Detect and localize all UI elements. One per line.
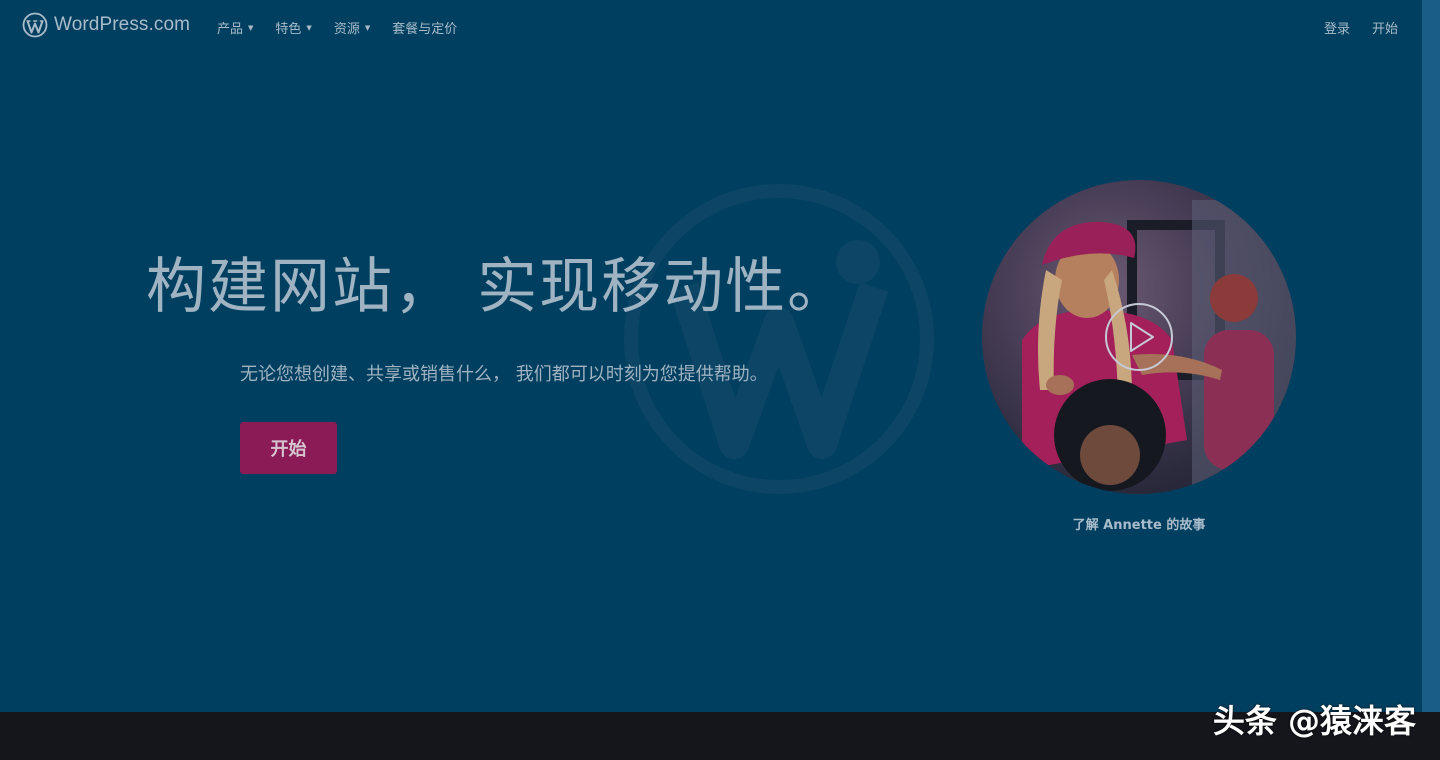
video-thumbnail[interactable] <box>982 180 1296 494</box>
menu-item-features[interactable]: 特色 ▼ <box>275 18 311 37</box>
menu-item-label: 产品 <box>217 22 244 37</box>
brand-name: WordPress.com <box>54 14 191 35</box>
menu-item-pricing[interactable]: 套餐与定价 <box>392 18 457 37</box>
hero-subtitle: 无论您想创建、共享或销售什么， 我们都可以时刻为您提供帮助。 <box>240 364 768 385</box>
main-menu: 产品 ▼ 特色 ▼ 资源 ▼ 套餐与定价 <box>217 18 479 37</box>
page: WordPress.com 产品 ▼ 特色 ▼ 资源 ▼ 套餐与定价 登录 开始 <box>0 0 1440 760</box>
start-link[interactable]: 开始 <box>1372 18 1398 37</box>
scrollbar-track[interactable] <box>1422 0 1440 712</box>
caret-down-icon: ▼ <box>306 23 312 32</box>
wordpress-logo-icon <box>22 12 48 38</box>
login-link[interactable]: 登录 <box>1324 18 1350 37</box>
caret-down-icon: ▼ <box>364 23 371 32</box>
caret-down-icon: ▼ <box>248 23 254 32</box>
menu-item-label: 特色 <box>275 22 302 37</box>
wordpress-watermark-icon <box>624 184 934 494</box>
top-nav: WordPress.com 产品 ▼ 特色 ▼ 资源 ▼ 套餐与定价 登录 开始 <box>0 0 1422 54</box>
menu-item-label: 套餐与定价 <box>392 22 458 37</box>
play-icon[interactable] <box>1103 301 1175 373</box>
hero-title: 构建网站， 实现移动性。 <box>146 252 850 322</box>
video-caption-link[interactable]: 了解 Annette 的故事 <box>1039 514 1239 533</box>
menu-item-products[interactable]: 产品 ▼ <box>217 18 253 37</box>
menu-item-label: 资源 <box>333 22 360 37</box>
menu-item-resources[interactable]: 资源 ▼ <box>334 18 370 37</box>
nav-right: 登录 开始 <box>1302 18 1398 37</box>
brand-link[interactable]: WordPress.com <box>22 12 190 38</box>
get-started-button[interactable]: 开始 <box>240 422 337 474</box>
watermark-text: 头条 @猿涞客 <box>1212 702 1416 740</box>
